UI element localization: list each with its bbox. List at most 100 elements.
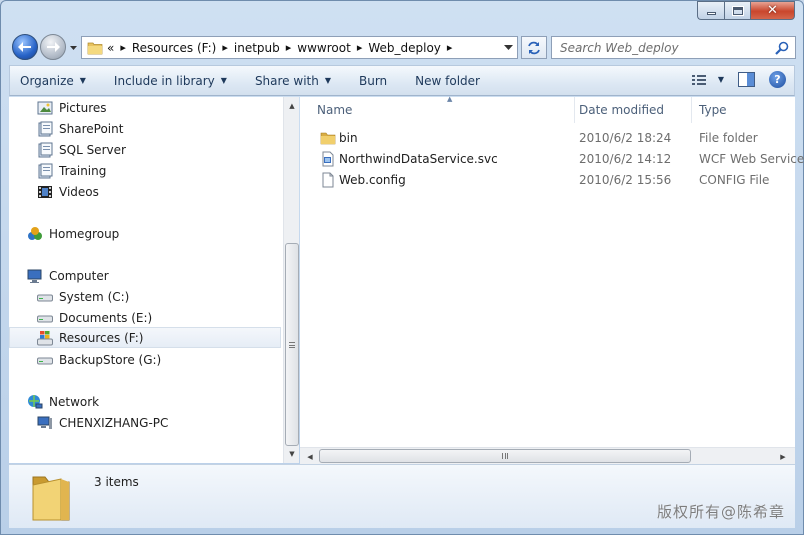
sidebar-item-label: SQL Server [59, 142, 126, 157]
search-icon[interactable] [775, 41, 789, 55]
file-row-web-config[interactable]: Web.config 2010/6/2 15:56 CONFIG File [310, 170, 794, 191]
file-date: 2010/6/2 15:56 [579, 173, 672, 187]
sidebar-item-label: BackupStore (G:) [59, 352, 162, 367]
refresh-button[interactable] [521, 36, 547, 59]
file-name: Web.config [339, 173, 406, 187]
breadcrumb-inetpub[interactable]: inetpub [234, 41, 280, 55]
address-overflow-chevron[interactable]: « [107, 41, 114, 55]
minimize-icon [706, 12, 716, 15]
sidebar-item-label: Videos [59, 184, 99, 199]
share-with-menu[interactable]: Share with ▼ [235, 66, 339, 95]
search-box[interactable] [551, 36, 796, 59]
chevron-down-icon: ▼ [220, 76, 227, 85]
sidebar-item-training[interactable]: Training [37, 160, 106, 181]
organize-menu[interactable]: Organize ▼ [10, 66, 94, 95]
sidebar-item-chenxizhang-pc[interactable]: CHENXIZHANG-PC [37, 412, 168, 433]
scrollbar-thumb[interactable] [319, 449, 691, 463]
sidebar-item-resources-f[interactable]: Resources (F:) [9, 327, 281, 348]
breadcrumb-resources[interactable]: Resources (F:) [132, 41, 216, 55]
sidebar-item-sql-server[interactable]: SQL Server [37, 139, 126, 160]
address-bar[interactable]: « ▸ Resources (F:) ▸ inetpub ▸ wwwroot ▸… [81, 36, 518, 59]
file-type: File folder [699, 131, 758, 145]
computer-icon [27, 268, 43, 284]
sidebar-item-documents-e[interactable]: Documents (E:) [37, 307, 152, 328]
sidebar-item-label: Documents (E:) [59, 310, 153, 325]
sidebar-item-homegroup[interactable]: Homegroup [27, 223, 119, 244]
sort-ascending-icon: ▲ [447, 95, 453, 103]
chevron-right-icon: ▸ [120, 41, 126, 54]
burn-button[interactable]: Burn [339, 66, 395, 95]
minimize-button[interactable] [697, 1, 724, 20]
maximize-button[interactable] [724, 1, 750, 20]
help-button[interactable]: ? [769, 71, 786, 88]
chevron-down-icon[interactable]: ▼ [718, 75, 724, 84]
navigation-pane: Pictures SharePoint SQL Server Training … [9, 97, 299, 463]
grip-icon [289, 341, 295, 348]
folder-icon [87, 42, 103, 54]
column-header-type[interactable]: Type [691, 97, 795, 123]
pc-icon [37, 415, 53, 431]
navigation-pane-scrollbar[interactable]: ▲ ▼ [283, 97, 299, 463]
navigation-bar: « ▸ Resources (F:) ▸ inetpub ▸ wwwroot ▸… [9, 34, 796, 60]
help-icon: ? [774, 73, 781, 86]
preview-pane-icon[interactable] [738, 72, 755, 87]
breadcrumb-web-deploy[interactable]: Web_deploy [368, 41, 441, 55]
column-header-label: Type [699, 103, 727, 117]
back-button[interactable] [12, 34, 38, 60]
sidebar-item-label: Network [49, 394, 100, 409]
chevron-right-icon[interactable]: ▸ [447, 41, 453, 54]
sidebar-item-label: Resources (F:) [59, 330, 144, 345]
scroll-up-icon[interactable]: ▲ [286, 100, 298, 112]
file-list-horizontal-scrollbar[interactable]: ◀ ▶ [300, 447, 795, 464]
sidebar-item-label: SharePoint [59, 121, 124, 136]
chevron-right-icon[interactable]: ▸ [222, 41, 228, 54]
windows-drive-icon [37, 330, 53, 346]
column-header-label: Date modified [579, 103, 665, 117]
close-icon: ✕ [767, 3, 778, 18]
column-header-date-modified[interactable]: Date modified [571, 97, 692, 123]
address-history-dropdown-icon[interactable] [504, 45, 513, 51]
sidebar-item-network[interactable]: Network [27, 391, 99, 412]
chevron-right-icon[interactable]: ▸ [357, 41, 363, 54]
refresh-icon [528, 41, 540, 54]
scroll-down-icon[interactable]: ▼ [286, 448, 298, 460]
column-header-name[interactable]: Name ▲ [309, 95, 575, 123]
sidebar-item-computer[interactable]: Computer [27, 265, 109, 286]
new-folder-button[interactable]: New folder [395, 66, 488, 95]
sidebar-item-system-c[interactable]: System (C:) [37, 286, 129, 307]
explorer-window: ✕ « ▸ Resources (F:) ▸ inetpub ▸ wwwroot… [0, 0, 804, 535]
chevron-right-icon[interactable]: ▸ [286, 41, 292, 54]
sidebar-item-backupstore-g[interactable]: BackupStore (G:) [37, 349, 161, 370]
sidebar-item-label: CHENXIZHANG-PC [59, 415, 169, 430]
file-type: CONFIG File [699, 173, 770, 187]
file-row-northwinddataservice[interactable]: NorthwindDataService.svc 2010/6/2 14:12 … [310, 149, 804, 170]
scrollbar-thumb[interactable] [285, 243, 299, 446]
sidebar-item-label: System (C:) [59, 289, 130, 304]
chevron-down-icon: ▼ [79, 76, 86, 85]
sidebar-item-videos[interactable]: Videos [37, 181, 99, 202]
title-bar[interactable]: ✕ [1, 1, 803, 31]
scroll-right-icon[interactable]: ▶ [777, 451, 789, 462]
search-input[interactable] [552, 40, 767, 55]
file-row-bin[interactable]: bin 2010/6/2 18:24 File folder [310, 128, 794, 149]
sidebar-item-sharepoint[interactable]: SharePoint [37, 118, 123, 139]
close-button[interactable]: ✕ [750, 1, 795, 20]
scroll-left-icon[interactable]: ◀ [304, 451, 316, 462]
file-date: 2010/6/2 18:24 [579, 131, 672, 145]
config-file-icon [320, 172, 336, 188]
breadcrumb-wwwroot[interactable]: wwwroot [297, 41, 351, 55]
burn-label: Burn [359, 73, 388, 88]
homegroup-icon [27, 226, 43, 242]
folder-icon [32, 476, 70, 521]
file-list: Name ▲ Date modified Type bin 2010/6/2 1… [300, 95, 804, 463]
sidebar-item-pictures[interactable]: Pictures [37, 97, 107, 118]
include-in-library-menu[interactable]: Include in library ▼ [94, 66, 235, 95]
command-bar: Organize ▼ Include in library ▼ Share with… [9, 65, 795, 96]
watermark-text: 版权所有@陈希章 [656, 503, 785, 521]
forward-button[interactable] [40, 34, 66, 60]
recent-pages-dropdown-icon[interactable] [69, 43, 78, 52]
file-name: NorthwindDataService.svc [339, 152, 498, 166]
change-view-button[interactable]: ▼ [691, 74, 724, 86]
library-icon [37, 163, 53, 179]
share-with-label: Share with [254, 73, 319, 88]
